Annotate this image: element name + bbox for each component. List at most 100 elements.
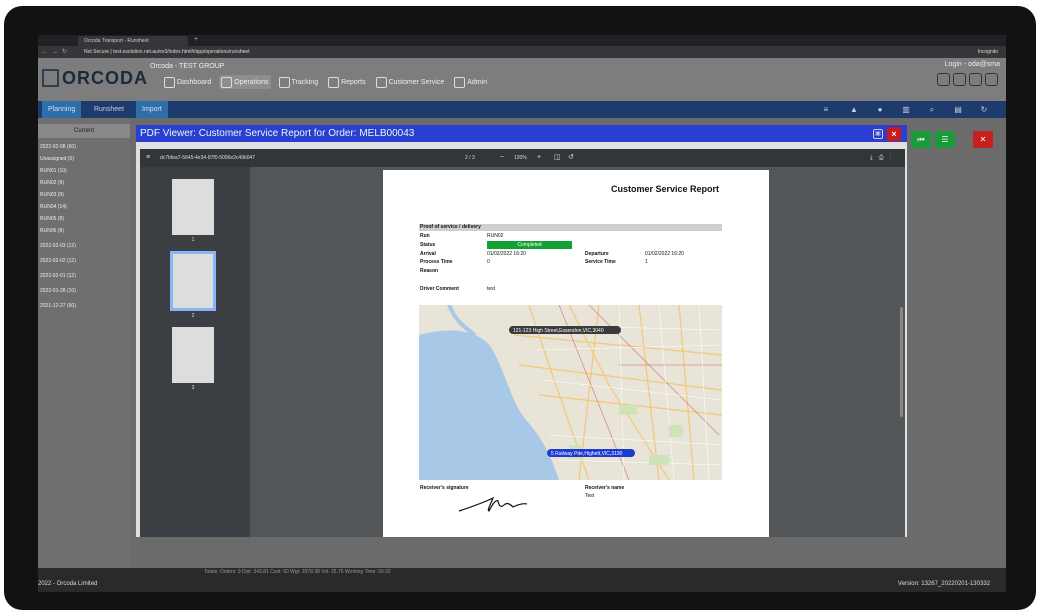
sidebar-row[interactable]: 2022-02-08 (60) [40, 144, 76, 150]
pdf-viewer-modal: PDF Viewer: Customer Service Report for … [136, 125, 907, 537]
reload-icon[interactable]: ↻ [62, 48, 67, 56]
app-header: ORCODA Orcoda - TEST GROUP Dashboard Ope… [38, 58, 1006, 101]
rotate-icon[interactable]: ↺ [568, 149, 574, 167]
menu-operations-label: Operations [234, 78, 269, 86]
browser-tabstrip: Orcoda Transport - Runsheet + [38, 35, 1006, 51]
sidebar-row[interactable]: 2022-02-01 (12) [40, 273, 76, 279]
thumbnail-1[interactable] [172, 179, 214, 235]
ribbon-map-icon[interactable]: ▤ [948, 101, 968, 118]
tab-import[interactable]: Import [136, 101, 168, 118]
settings-icon[interactable] [969, 73, 982, 86]
close-runsheet-icon[interactable]: ✕ [973, 131, 993, 148]
logo-mark-icon [42, 69, 59, 87]
first-icon[interactable]: ⏮ [911, 131, 931, 148]
browser-tab[interactable]: Orcoda Transport - Runsheet [78, 36, 188, 46]
totals-text: Totals: Orders: 9 Dist: 343.81 Cost: 60 … [204, 569, 391, 575]
list-icon[interactable]: ☰ [935, 131, 955, 148]
download-print-more[interactable]: ⤓⎙⋮ [870, 149, 897, 167]
pdf-toolbar: ≡ dc7bfea7-5645-4e34-87f0-5006e2c49b047 … [140, 149, 905, 167]
map-label-destination: 5 Railway Pde,Highett,VIC,3190 [551, 451, 623, 457]
thumbnail-number: 1 [191, 237, 195, 243]
sidebar-row[interactable]: RUN01 (10) [40, 168, 67, 174]
new-tab-button[interactable]: + [194, 36, 198, 43]
menu-customer-service[interactable]: Customer Service [374, 75, 447, 89]
pdf-page: Customer Service Report Proof of service… [383, 170, 769, 537]
sidebar-row[interactable]: 2021-12-27 (60) [40, 303, 76, 309]
pdf-body: 1 2 3 Customer Service Report Proof of s… [140, 167, 905, 537]
thumbnail-2[interactable] [170, 251, 216, 311]
sidebar-row[interactable]: Unassigned (0) [40, 156, 74, 162]
tab-runsheet[interactable]: Runsheet [88, 101, 130, 118]
sidebar-row[interactable]: 2022-02-02 (12) [40, 258, 76, 264]
sidebar-row[interactable]: RUN03 (9) [40, 192, 64, 198]
ribbon-list-icon[interactable]: ≡ [816, 101, 836, 118]
ribbon-globe-icon[interactable]: ● [870, 101, 890, 118]
thumbnail-3[interactable] [172, 327, 214, 383]
address-bar: ← → ↻ Not Secure | test.esolution.net.au… [38, 46, 1006, 58]
receiver-name-label: Receiver's name [585, 485, 625, 491]
departure-label: Departure [585, 251, 609, 257]
route-map: 121-123 High Street,Essendon,VIC,3040 5 … [419, 305, 722, 480]
sidebar-row[interactable]: 2022-02-03 (12) [40, 243, 76, 249]
sidebar-row[interactable]: RUN06 (8) [40, 228, 64, 234]
pdf-scrollbar[interactable] [900, 307, 903, 417]
group-name: Orcoda - TEST GROUP [150, 63, 225, 70]
sidebar-row[interactable]: 2022-01-28 (10) [40, 288, 76, 294]
service-time-value: 1 [645, 259, 648, 265]
logo-text: ORCODA [62, 68, 148, 88]
receiver-name-value: Test [585, 493, 595, 499]
forward-icon[interactable]: → [52, 48, 58, 56]
ribbon-warning-icon[interactable]: ▲ [844, 101, 864, 118]
status-label: Status [420, 242, 436, 248]
process-time-value: 0 [487, 259, 490, 265]
zoom-in-icon[interactable]: + [537, 149, 541, 167]
sidebar-row[interactable]: RUN05 (8) [40, 216, 64, 222]
profile-badge[interactable]: Incognito [978, 48, 998, 56]
thumbnail-number: 3 [191, 385, 195, 391]
browser-tab-title: Orcoda Transport - Runsheet [84, 38, 149, 44]
arrival-label: Arrival [420, 251, 436, 257]
power-icon[interactable] [985, 73, 998, 86]
sidebar-row[interactable]: RUN04 (14) [40, 204, 67, 210]
menu-operations[interactable]: Operations [219, 75, 271, 89]
url-field[interactable]: Not Secure | test.esolution.net.au/ex3/i… [84, 48, 864, 56]
menu-reports[interactable]: Reports [326, 75, 368, 89]
menu-dashboard[interactable]: Dashboard [162, 75, 213, 89]
close-button[interactable]: × [887, 127, 901, 141]
fit-page-icon[interactable]: ◫ [554, 149, 561, 167]
arrival-value: 01/02/2022 16:20 [487, 251, 526, 257]
grid-icon[interactable] [937, 73, 950, 86]
thumbnail-number: 2 [191, 313, 195, 319]
zoom-level[interactable]: 120% [514, 149, 527, 167]
ribbon-refresh-icon[interactable]: ↻ [974, 101, 994, 118]
pdf-filename: dc7bfea7-5645-4e34-87f0-5006e2c49b047 [160, 155, 256, 161]
report-title: Customer Service Report [610, 184, 719, 194]
comment-label: Driver Comment [420, 286, 459, 292]
menu-admin[interactable]: Admin [452, 75, 489, 89]
login-info[interactable]: Login - oda@sma [945, 61, 1000, 68]
main-menu: Dashboard Operations Tracking Reports Cu… [162, 75, 495, 89]
sidebar-row[interactable]: RUN02 (9) [40, 180, 64, 186]
menu-reports-label: Reports [341, 78, 366, 86]
menu-tracking[interactable]: Tracking [277, 75, 321, 89]
header-tools [934, 73, 998, 86]
map-graphic: 121-123 High Street,Essendon,VIC,3040 5 … [419, 305, 722, 480]
sub-navbar: Planning Runsheet Import ≡ ▲ ● ▥ ⌕ ▤ ↻ [38, 101, 1006, 118]
ribbon-chart-icon[interactable]: ▥ [896, 101, 916, 118]
back-icon[interactable]: ← [42, 48, 48, 56]
current-tab[interactable]: Current [38, 124, 130, 138]
copyright: 2022 - Orcoda Limited [38, 581, 98, 587]
zoom-out-icon[interactable]: − [500, 149, 504, 167]
run-label: Run [420, 233, 430, 239]
page-indicator[interactable]: 2 / 3 [465, 149, 475, 167]
tracking-icon [278, 76, 290, 88]
menu-icon[interactable]: ≡ [146, 149, 150, 167]
ribbon-search-icon[interactable]: ⌕ [922, 101, 942, 118]
admin-icon [454, 76, 466, 88]
fullscreen-icon[interactable] [953, 73, 966, 86]
process-time-label: Process Time [420, 259, 453, 265]
screen: Orcoda Transport - Runsheet + ← → ↻ Not … [38, 35, 1006, 592]
save-icon[interactable]: ▣ [873, 129, 883, 139]
tab-planning[interactable]: Planning [42, 101, 82, 118]
section-header: Proof of service / delivery [419, 224, 722, 231]
